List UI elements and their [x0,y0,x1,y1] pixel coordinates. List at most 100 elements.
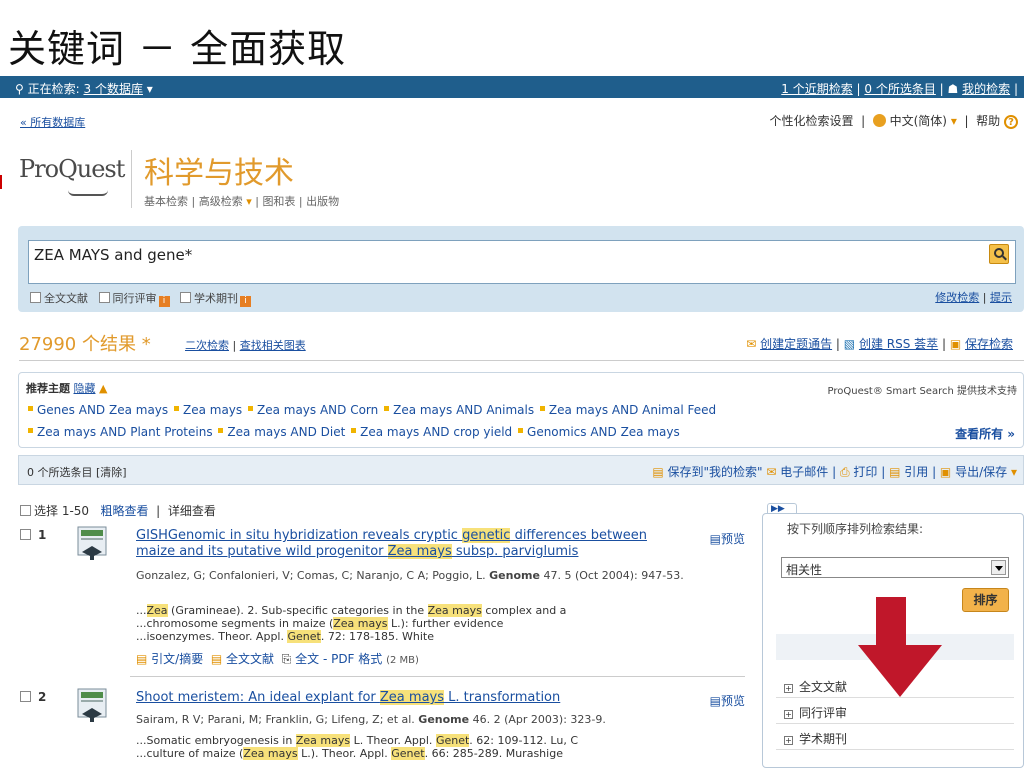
publications-link[interactable]: 出版物 [306,195,339,208]
facet-label[interactable]: 同行评审 [799,706,847,720]
preview-link[interactable]: ▤预览 [710,692,745,709]
tips-link[interactable]: 提示 [990,291,1012,304]
expand-icon[interactable]: + [784,736,793,745]
help-link[interactable]: 帮助 [976,114,1000,128]
title-text[interactable]: Shoot meristem: An ideal explant for [136,690,380,705]
topic-link[interactable]: Genomics AND Zea mays [527,425,680,439]
preview-label[interactable]: 预览 [721,694,745,708]
topic-link[interactable]: Zea mays AND crop yield [360,425,512,439]
email-button[interactable]: 电子邮件 [780,465,828,479]
my-searches-link[interactable]: 我的检索 [962,82,1010,96]
database-count-link[interactable]: 3 个数据库 [84,82,143,96]
result-checkbox[interactable] [20,691,31,702]
preview-icon: ▤ [709,532,721,546]
top-bar-links: 1 个近期检索 | 0 个所选条目 | ☗ 我的检索 | [781,82,1018,96]
title-text[interactable]: L. transformation [444,690,560,705]
hide-topics-link[interactable]: 隐藏 [74,382,96,395]
export-caret-icon[interactable]: ▾ [1011,465,1017,479]
title-text[interactable]: subsp. parviglumis [452,544,579,559]
select-all-checkbox[interactable] [20,505,31,516]
save-to-my-searches[interactable]: 保存到"我的检索" [667,465,762,479]
preferences-link[interactable]: 个性化检索设置 [769,114,853,128]
collapse-icon[interactable]: ▲ [99,382,107,395]
info-icon[interactable]: i [240,296,251,307]
journal-name: Genome [489,569,540,582]
facet-label[interactable]: 全文文献 [799,680,847,694]
save-search-link[interactable]: 保存检索 [965,337,1013,351]
peer-reviewed-checkbox[interactable] [98,292,110,303]
title-highlight[interactable]: Zea mays [379,690,445,705]
results-header: 27990 个结果 * 二次检索 | 查找相关图表 ✉ 创建定题通告 | ▧ 创… [19,330,1019,356]
result-item: 2 Shoot meristem: An ideal explant for Z… [20,688,745,760]
export-button[interactable]: 导出/保存 [955,465,1007,479]
rss-link[interactable]: 创建 RSS 荟萃 [859,337,938,351]
sort-select[interactable]: 相关性 [781,557,1009,578]
topic-link[interactable]: Genes AND Zea mays [37,403,168,417]
abstract-link[interactable]: 引文/摘要 [151,652,203,666]
see-all-topics-link[interactable]: 查看所有 » [955,425,1015,442]
cite-button[interactable]: 引用 [904,465,928,479]
export-icon: ▣ [939,465,952,479]
proquest-logo[interactable]: ProQuest [19,155,125,183]
all-databases-link[interactable]: « 所有数据库 [20,114,85,130]
result-number: 1 [38,528,47,542]
sort-button[interactable]: 排序 [962,588,1009,612]
cite-icon: ▤ [889,465,901,479]
peer-reviewed-label: 同行评审 [112,292,157,305]
print-button[interactable]: 打印 [853,465,877,479]
recent-searches-link[interactable]: 1 个近期检索 [781,82,852,96]
help-icon[interactable]: ? [1004,115,1018,129]
topic-link[interactable]: Zea mays [183,403,242,417]
refine-search-link[interactable]: 二次检索 [185,339,229,352]
title-highlight[interactable]: Zea mays [387,544,452,559]
dropdown-caret-icon[interactable]: ▾ [147,82,153,96]
slide-accent-mark [0,175,2,189]
basic-search-link[interactable]: 基本检索 [144,195,188,208]
title-highlight[interactable]: genetic [462,528,511,543]
advanced-caret-icon[interactable]: ▾ [246,195,252,208]
top-bar: ⚲ 正在检索: 3 个数据库 ▾ 1 个近期检索 | 0 个所选条目 | ☗ 我… [0,76,1024,98]
topic-link[interactable]: Zea mays AND Animal Feed [549,403,716,417]
result-authors: Gonzalez, G; Confalonieri, V; Comas, C; … [136,568,746,583]
figures-tables-link[interactable]: 图和表 [262,195,295,208]
info-icon[interactable]: i [158,296,170,307]
facet-peer-reviewed[interactable]: + 同行评审 [776,698,1014,724]
brief-view-link[interactable]: 粗略查看 [101,504,149,518]
result-title[interactable]: GISHGenomic in situ hybridization reveal… [136,528,676,560]
full-text-checkbox[interactable] [30,292,41,303]
topic-link[interactable]: Zea mays AND Animals [393,403,534,417]
facet-scholarly[interactable]: + 学术期刊 [776,724,1014,750]
selected-count[interactable]: 0 个所选条目 [清除] [27,464,127,480]
search-query-text: ZEA MAYS and gene* [34,246,193,264]
result-title[interactable]: Shoot meristem: An ideal explant for Zea… [136,690,676,706]
title-text[interactable]: GISHGenomic in situ hybridization reveal… [136,528,462,543]
select-arrow-icon[interactable] [991,560,1006,575]
preview-label[interactable]: 预览 [721,532,745,546]
search-icon: ⚲ [15,82,24,96]
facet-label[interactable]: 学术期刊 [799,732,847,746]
result-snippet: ...Zea (Gramineae). 2. Sub-specific cate… [136,604,567,643]
expand-icon[interactable]: + [784,684,793,693]
related-figures-link[interactable]: 查找相关图表 [240,339,306,352]
result-checkbox[interactable] [20,529,31,540]
topic-link[interactable]: Zea mays AND Corn [257,403,378,417]
modify-search-link[interactable]: 修改检索 [935,291,979,304]
pdf-link[interactable]: 全文 - PDF 格式 [295,652,382,666]
journal-name: Genome [418,713,470,726]
selected-items-link[interactable]: 0 个所选条目 [864,82,935,96]
advanced-search-link[interactable]: 高级检索 [199,195,243,208]
scholarly-checkbox[interactable] [180,292,191,303]
language-caret-icon[interactable]: ▾ [951,114,957,128]
language-selector[interactable]: 中文(简体) [890,114,947,128]
expand-icon[interactable]: + [784,710,793,719]
logo-divider [131,150,132,208]
preview-link[interactable]: ▤预览 [710,530,745,547]
topic-link[interactable]: Zea mays AND Diet [227,425,345,439]
create-alert-link[interactable]: 创建定题通告 [760,337,832,351]
result-divider [130,676,745,677]
full-text-link[interactable]: 全文文献 [226,652,274,666]
search-input[interactable]: ZEA MAYS and gene* [28,240,1016,284]
topic-link[interactable]: Zea mays AND Plant Proteins [37,425,213,439]
print-icon: ⎙ [839,465,850,479]
search-button[interactable] [989,244,1009,264]
